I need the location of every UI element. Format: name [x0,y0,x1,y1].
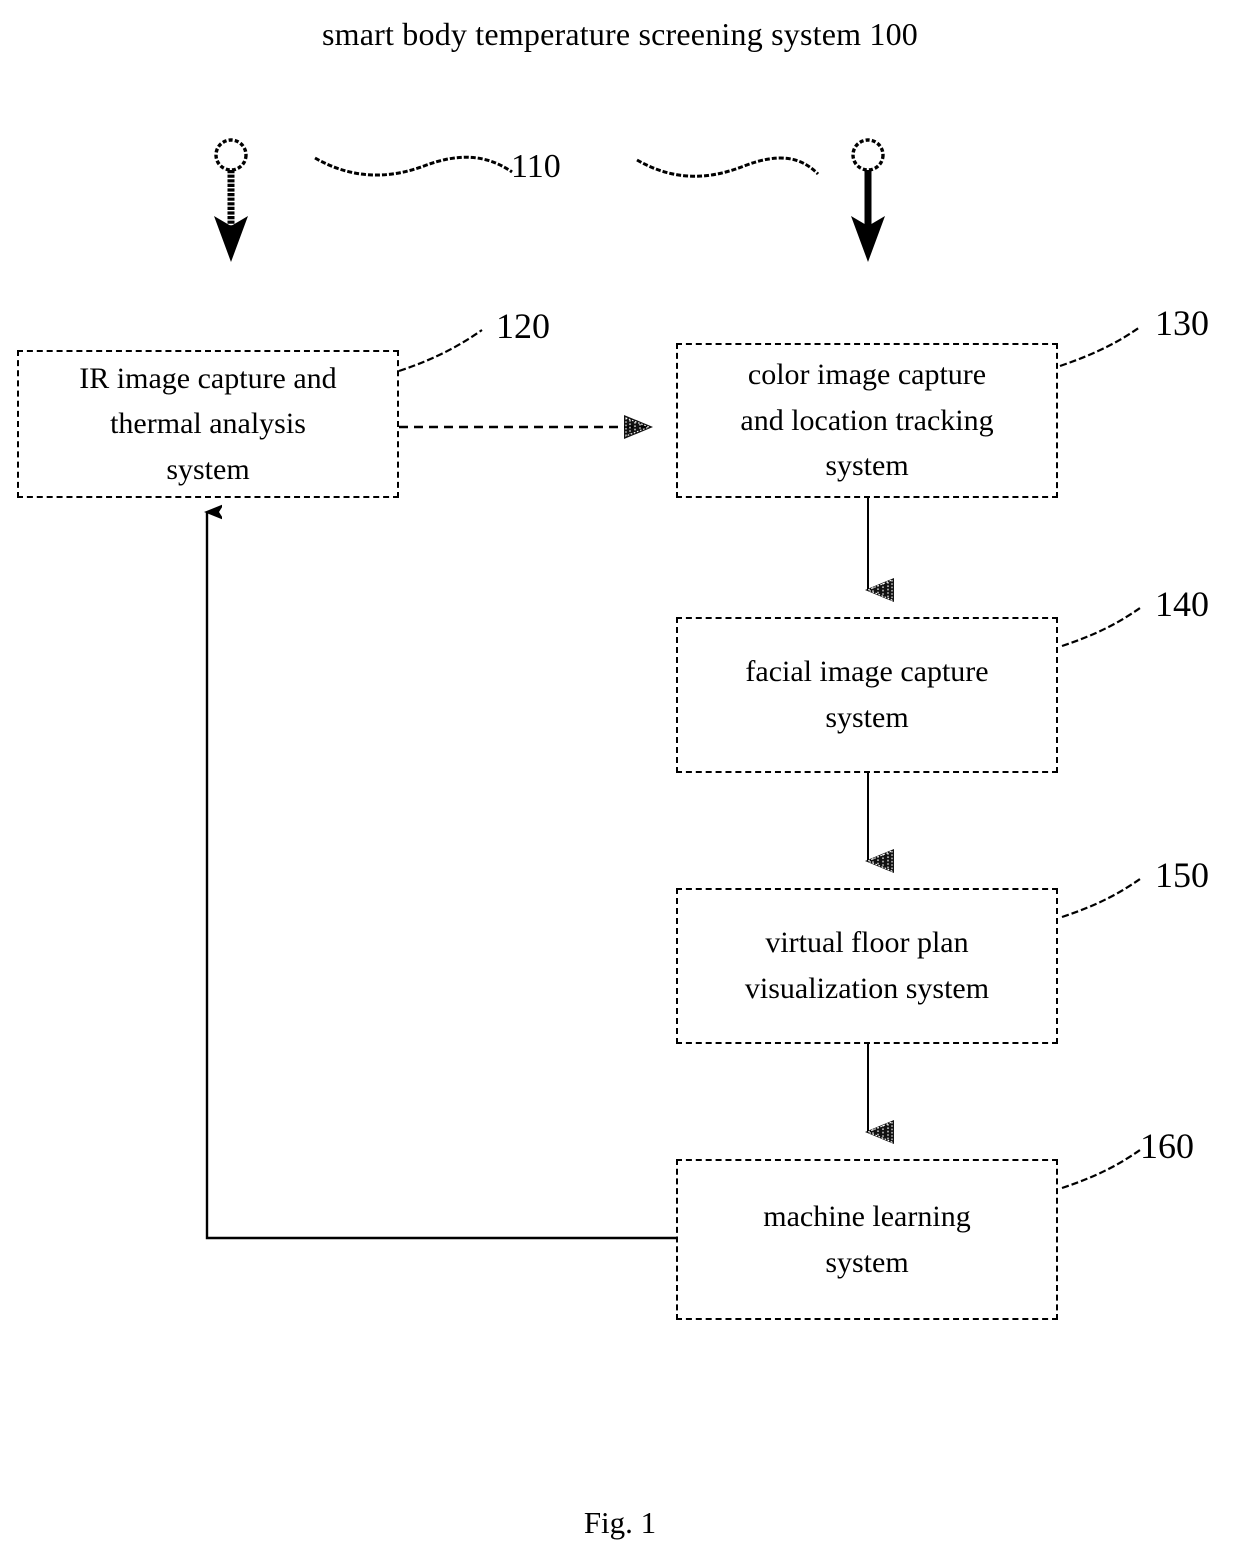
leader-line-160 [1061,1149,1141,1190]
reference-numeral-140: 140 [1155,584,1209,624]
leader-line-130 [1059,326,1141,368]
scene-wavy-line-right [636,156,820,178]
block-120-line-1: IR image capture and [79,361,337,395]
figure-title: smart body temperature screening system … [322,16,918,52]
block-140-line-2: system [825,701,909,734]
block-150-line-1: virtual floor plan [765,926,969,960]
block-150-line-2: visualization system [744,972,990,1005]
reference-numeral-110: 110 [511,148,561,185]
reference-numeral-130: 130 [1155,303,1209,343]
block-160-line-1: machine learning [763,1199,971,1233]
scene-marker-left [214,138,248,262]
block-160-line-2: system [825,1245,909,1279]
block-facial-image-capture-system: facial image capture system [676,617,1058,773]
diagram-vector-layer [0,138,1141,1240]
block-130-line-2: and location tracking [740,403,994,437]
scene-marker-right [851,138,885,262]
figure-caption: Fig. 1 [583,1505,657,1540]
block-120-line-3: system [166,452,250,486]
block-ir-image-capture-and-thermal-analysis-system: IR image capture and thermal analysis sy… [17,350,399,498]
patent-figure-page: smart body temperature screening system … [0,0,1240,1565]
block-machine-learning-system: machine learning system [676,1159,1058,1320]
block-130-line-1: color image capture [747,358,987,392]
leader-line-140 [1061,607,1141,648]
reference-numeral-150: 150 [1155,855,1209,895]
block-virtual-floor-plan-visualization-system: virtual floor plan visualization system [676,888,1058,1044]
reference-numeral-120: 120 [496,306,550,346]
leader-line-120 [398,329,483,373]
block-120-line-2: thermal analysis [110,407,306,441]
block-130-line-3: system [825,449,909,483]
connector-160-to-120-feedback [207,512,676,1240]
scene-wavy-line-left [314,155,513,177]
reference-numeral-160: 160 [1140,1126,1194,1166]
leader-line-150 [1061,878,1141,919]
block-color-image-capture-and-location-tracking-system: color image capture and location trackin… [676,343,1058,498]
block-140-line-1: facial image capture [745,655,989,689]
